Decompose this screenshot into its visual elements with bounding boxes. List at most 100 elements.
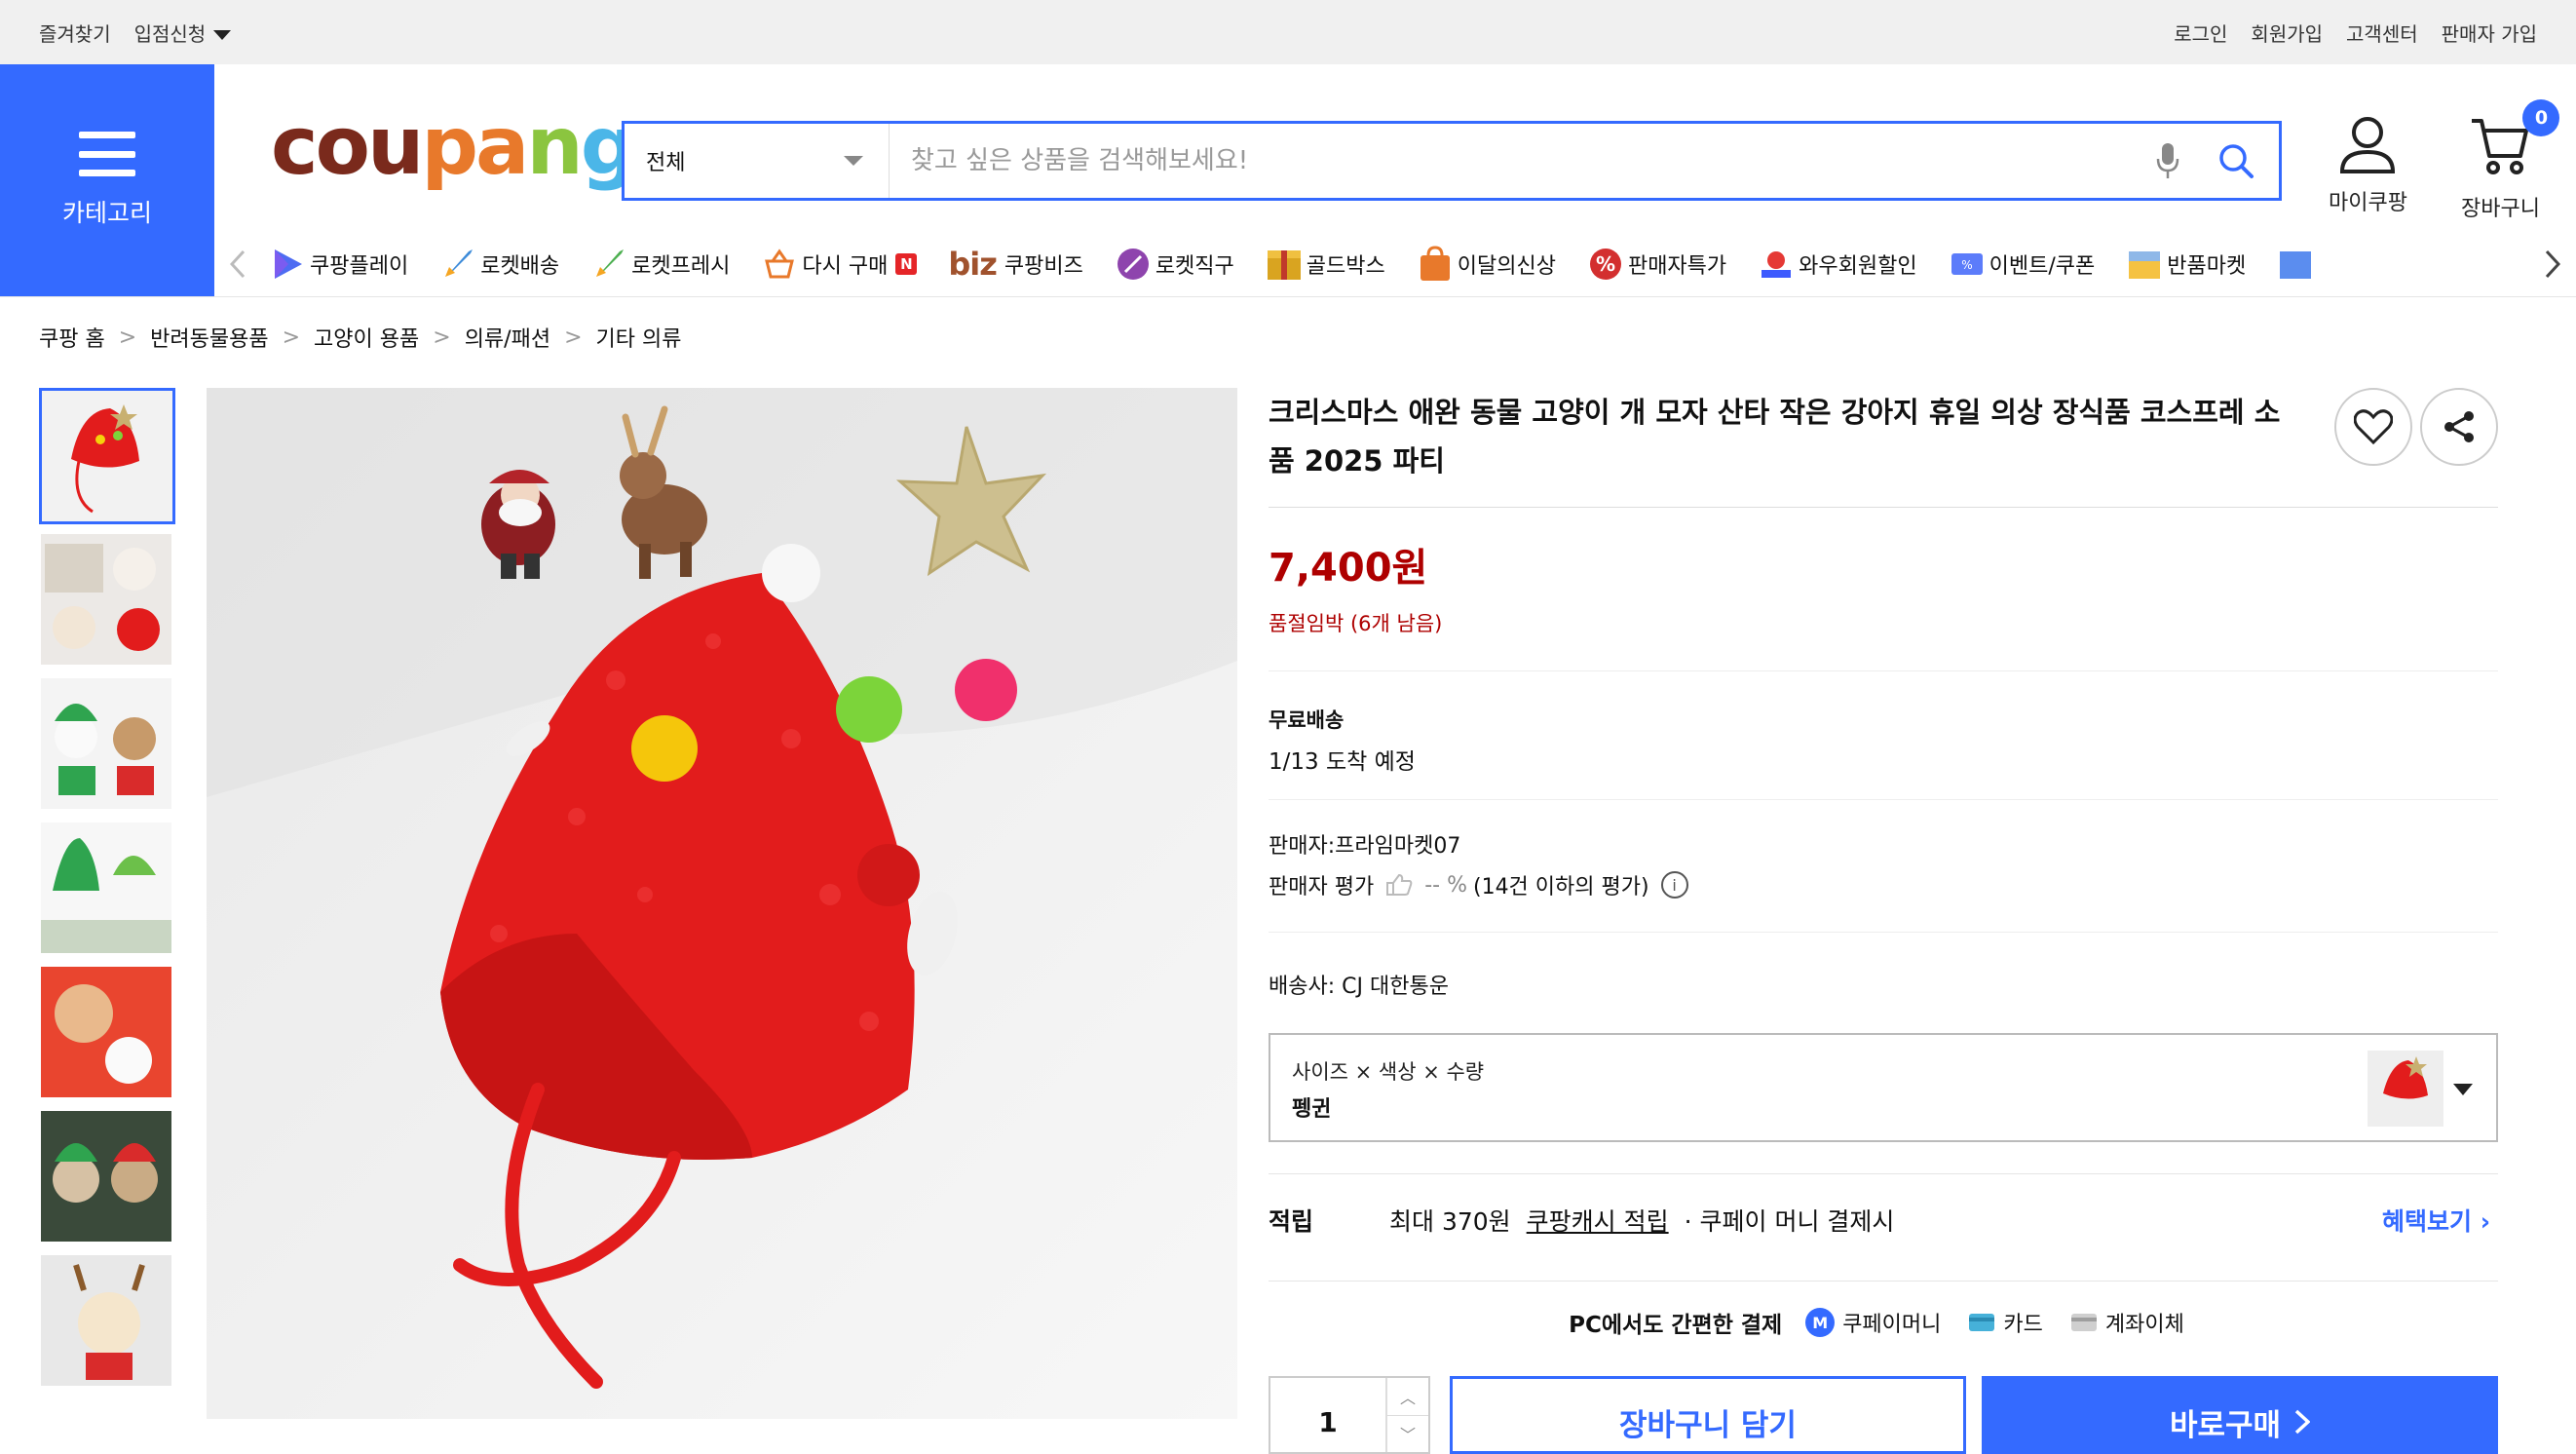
biz-logo: biz (948, 246, 997, 283)
nav-item-overflow[interactable] (2277, 246, 2314, 283)
nav-prev-button[interactable] (214, 249, 261, 279)
breadcrumb-item[interactable]: 의류/패션 (465, 322, 550, 353)
quantity-increase-button[interactable]: ︿ (1387, 1378, 1428, 1416)
thumbnail-pugs-costume[interactable] (39, 1109, 175, 1245)
thumbnail-chihuahua-reindeer[interactable] (39, 1253, 175, 1390)
search-scope-select[interactable]: 전체 (625, 124, 890, 198)
seller-name[interactable]: 판매자:프라임마켓07 (1269, 828, 1460, 860)
coupang-logo[interactable]: coupang (271, 107, 637, 187)
stock-warning: 품절임박 (6개 남음) (1269, 612, 1443, 635)
thumbnail-red-hat[interactable] (39, 388, 175, 524)
nav-item-goldbox[interactable]: 골드박스 (1266, 246, 1385, 283)
nav-item-rocket-delivery[interactable]: 로켓배송 (439, 246, 559, 283)
nav-item-events-coupons[interactable]: % 이벤트/쿠폰 (1949, 246, 2096, 283)
support-link[interactable]: 고객센터 (2346, 19, 2418, 47)
thumbnail-green-hats[interactable] (39, 821, 175, 957)
nav-item-label: 로켓직구 (1155, 254, 1234, 279)
nav-item-label: 로켓프레시 (631, 254, 731, 279)
nav-item-label: 반품마켓 (2167, 254, 2247, 279)
thumbs-up-icon (1386, 873, 1413, 896)
percent-icon: % (1587, 246, 1624, 283)
share-button[interactable] (2420, 388, 2498, 466)
nav-item-rocket-direct[interactable]: 로켓직구 (1115, 246, 1234, 283)
quantity-value[interactable]: 1 (1270, 1378, 1385, 1452)
chevron-right-icon: › (2480, 1207, 2490, 1236)
rocket-fresh-icon (590, 246, 627, 283)
seller-rating: 판매자 평가 -- % (14건 이하의 평가) i (1269, 869, 1688, 900)
breadcrumb-item[interactable]: 반려동물용품 (150, 322, 268, 353)
breadcrumb-item[interactable]: 쿠팡 홈 (39, 322, 105, 353)
bookmark-link[interactable]: 즐겨찾기 (39, 19, 111, 47)
nav-item-label: 로켓배송 (480, 254, 560, 279)
buy-now-button[interactable]: 바로구매 (1982, 1376, 2498, 1454)
payment-title: PC에서도 간편한 결제 (1569, 1313, 1783, 1338)
microphone-icon[interactable] (2148, 141, 2187, 180)
nav-item-coupang-biz[interactable]: biz 쿠팡비즈 (948, 246, 1082, 283)
login-link[interactable]: 로그인 (2174, 19, 2227, 47)
shipping-title: 무료배송 (1269, 708, 1345, 732)
nav-item-rebuy[interactable]: 다시 구매 N (761, 246, 918, 283)
search-input[interactable] (890, 146, 2148, 175)
info-icon[interactable]: i (1660, 871, 1688, 899)
benefits-link[interactable]: 혜택보기 › (2382, 1203, 2490, 1238)
card-icon (1969, 1314, 1995, 1331)
nav-item-new-arrivals[interactable]: 이달의신상 (1417, 246, 1556, 283)
chevron-right-icon (2545, 249, 2560, 279)
chevron-right-icon (2294, 1409, 2311, 1435)
basket-icon (761, 246, 798, 283)
nav-item-label: 판매자특가 (1627, 254, 1727, 279)
logo-part: cou (271, 100, 424, 193)
search-bar: 전체 (622, 121, 2282, 201)
heart-icon (2354, 409, 2393, 444)
category-label: 카테고리 (61, 199, 152, 227)
coupay-icon: M (1805, 1308, 1836, 1337)
cart-button[interactable]: 0 장바구니 (2461, 99, 2560, 222)
cart-count-badge: 0 (2522, 99, 2560, 136)
seller-rating-label: 판매자 평가 (1269, 875, 1375, 899)
reward-row: 적립 최대 370원 쿠팡캐시 적립 · 쿠페이 머니 결제시 혜택보기 › (1269, 1203, 2498, 1238)
thumbnail-cat-bib[interactable] (39, 965, 175, 1101)
option-select[interactable]: 사이즈 × 색상 × 수량 펭귄 (1269, 1033, 2498, 1142)
divider (1269, 799, 2498, 800)
main-product-image[interactable] (207, 388, 1237, 1419)
quantity-decrease-button[interactable]: ﹀ (1387, 1416, 1428, 1453)
search-icon[interactable] (2207, 141, 2265, 180)
chevron-down-icon: ﹀ (1399, 1426, 1416, 1445)
category-menu-button[interactable]: 카테고리 (0, 64, 214, 296)
nav-item-wow-discount[interactable]: 와우회원할인 (1758, 246, 1917, 283)
header-divider (0, 296, 2576, 297)
nav-item-return-market[interactable]: 반품마켓 (2126, 246, 2246, 283)
thumbnail-list (39, 388, 175, 1390)
seller-rating-value: -- % (1424, 872, 1467, 898)
breadcrumb-item[interactable]: 기타 의류 (596, 322, 682, 353)
nav-item-label: 이벤트/쿠폰 (1989, 254, 2096, 279)
divider (1269, 1281, 2498, 1282)
seller-rating-note: (14건 이하의 평가) (1472, 875, 1649, 899)
wishlist-button[interactable] (2334, 388, 2412, 466)
thumbnail-pets-collage[interactable] (39, 532, 175, 669)
nav-item-seller-deals[interactable]: % 판매자특가 (1587, 246, 1726, 283)
breadcrumb-item[interactable]: 고양이 용품 (314, 322, 419, 353)
thumbnail-dogs-costume[interactable] (39, 676, 175, 813)
reward-label: 적립 (1269, 1207, 1314, 1236)
chevron-right-icon: > (564, 325, 583, 350)
logo-part: n (526, 100, 583, 193)
nav-next-button[interactable] (2529, 249, 2576, 279)
divider (1269, 507, 2498, 508)
logo-part: pa (421, 100, 529, 193)
nav-item-label: 와우회원할인 (1799, 254, 1917, 279)
reward-amount: 최대 370원 (1389, 1207, 1511, 1236)
seller-signup-link[interactable]: 판매자 가입 (2442, 19, 2537, 47)
divider (1269, 1173, 2498, 1174)
nav-item-rocket-fresh[interactable]: 로켓프레시 (590, 246, 730, 283)
add-to-cart-button[interactable]: 장바구니 담기 (1450, 1376, 1966, 1454)
coupang-cash-link[interactable]: 쿠팡캐시 적립 (1527, 1203, 1669, 1238)
new-badge: N (895, 253, 918, 275)
divider (1269, 932, 2498, 933)
nav-item-coupang-play[interactable]: 쿠팡플레이 (269, 246, 408, 283)
mypage-button[interactable]: 마이쿠팡 (2329, 115, 2407, 216)
vendor-apply-menu[interactable]: 입점신청 (134, 19, 232, 47)
user-icon (2340, 117, 2396, 173)
option-thumbnail (2368, 1051, 2443, 1127)
signup-link[interactable]: 회원가입 (2251, 19, 2323, 47)
